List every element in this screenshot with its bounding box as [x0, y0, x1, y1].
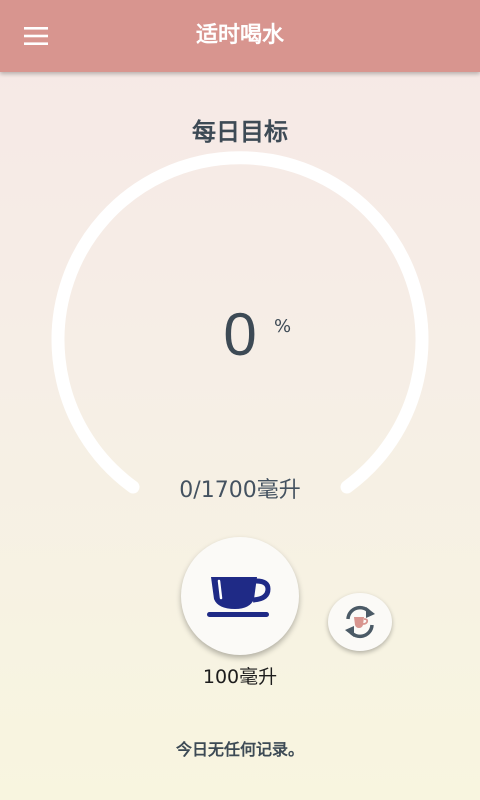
intake-progress-text: 0/1700毫升: [179, 478, 301, 503]
coffee-cup-icon: [207, 577, 271, 617]
percent-sign: %: [274, 316, 292, 337]
drink-button[interactable]: [181, 537, 299, 655]
cup-amount-label: 100毫升: [202, 666, 278, 688]
empty-record-text: 今日无任何记录。: [175, 740, 304, 759]
switch-cup-icon: [345, 605, 375, 639]
switch-cup-button[interactable]: [328, 593, 392, 651]
percent-value: 0: [223, 301, 257, 368]
